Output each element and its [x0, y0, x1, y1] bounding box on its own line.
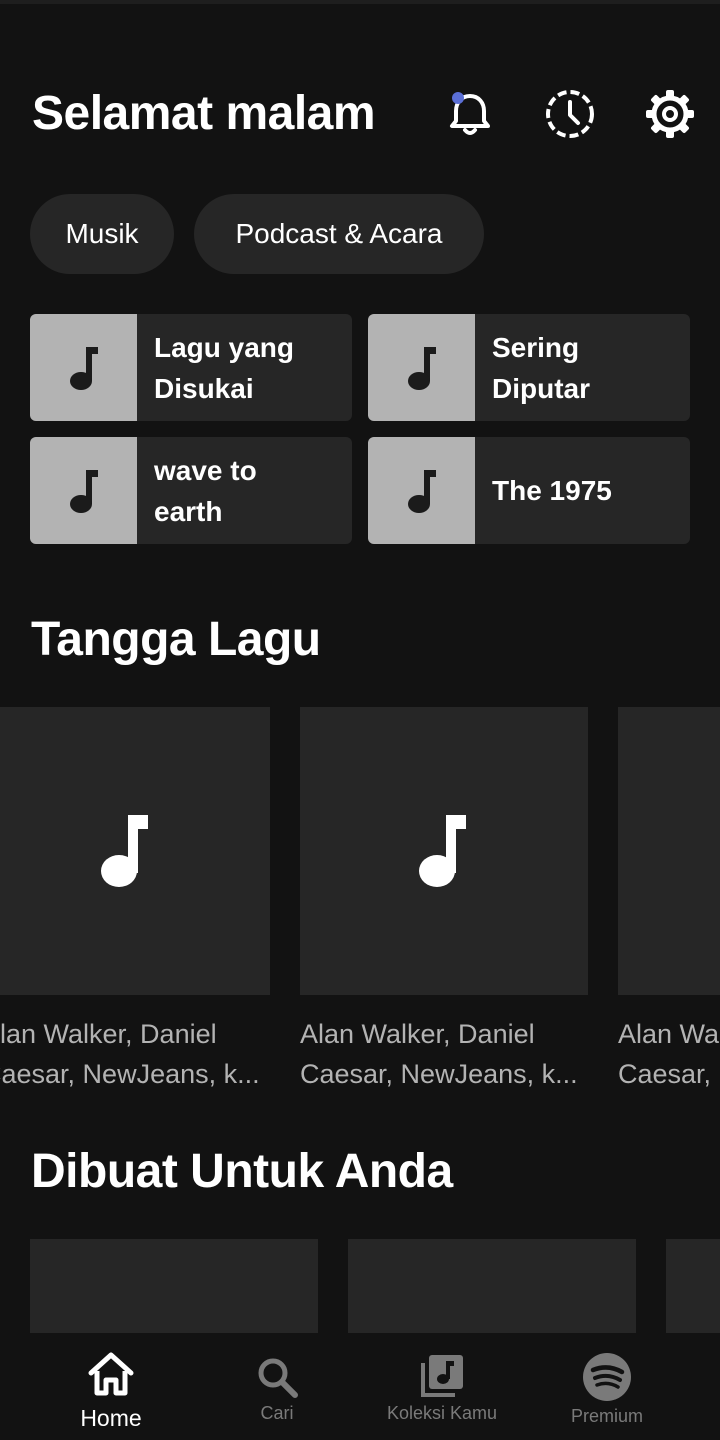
chart-card-caption: Alan Walker, Daniel Caesar, NewJeans, k.…	[0, 1019, 260, 1089]
chart-playlist-card[interactable]	[300, 707, 588, 995]
nav-label: Koleksi Kamu	[386, 1403, 498, 1423]
bell-icon	[450, 92, 490, 135]
chip-podcasts[interactable]: Podcast & Acara	[194, 194, 484, 274]
quick-pick-thumbnail	[30, 437, 137, 544]
gear-icon	[646, 90, 694, 138]
made-for-you-card[interactable]	[30, 1239, 318, 1339]
chart-playlist-card[interactable]	[618, 707, 720, 995]
music-note-icon	[407, 469, 436, 513]
quick-pick-liked-songs[interactable]: Lagu yang Disukai	[30, 314, 352, 421]
music-note-icon	[69, 346, 98, 390]
quick-pick-wave-to-earth[interactable]: wave to earth	[30, 437, 352, 544]
quick-pick-thumbnail	[30, 314, 137, 421]
quick-pick-title: The 1975	[492, 475, 612, 506]
notifications-button[interactable]	[444, 88, 496, 140]
section-title-made-for-you: Dibuat Untuk Anda	[31, 1145, 453, 1198]
music-note-icon	[407, 346, 436, 390]
spotify-icon	[583, 1353, 631, 1401]
recently-played-button[interactable]	[544, 88, 596, 140]
chip-label: Musik	[65, 218, 139, 249]
nav-search[interactable]: Cari	[227, 1333, 327, 1440]
quick-pick-title: Sering Diputar	[492, 331, 590, 404]
status-bar-divider	[0, 0, 720, 4]
chart-card-caption: Alan Walker, Daniel Caesar, NewJeans, k.…	[300, 1019, 578, 1089]
bottom-navigation: Home Cari Koleksi Kamu Premium	[0, 1333, 720, 1440]
nav-label: Cari	[260, 1403, 294, 1423]
history-clock-icon	[546, 90, 594, 138]
settings-button[interactable]	[644, 88, 696, 140]
chart-card-caption: Alan Walker, Daniel Caesar, NewJeans, k.…	[618, 1019, 720, 1089]
library-icon	[421, 1355, 463, 1397]
made-for-you-card[interactable]	[348, 1239, 636, 1339]
nav-home[interactable]: Home	[56, 1333, 166, 1440]
quick-pick-thumbnail	[368, 437, 475, 544]
chip-music[interactable]: Musik	[30, 194, 174, 274]
music-note-icon	[101, 815, 148, 887]
nav-label: Premium	[570, 1406, 643, 1426]
quick-pick-often-played[interactable]: Sering Diputar	[368, 314, 690, 421]
search-icon	[258, 1358, 298, 1398]
chart-playlist-card[interactable]	[0, 707, 270, 995]
page-title: Selamat malam	[32, 87, 376, 140]
music-note-icon	[69, 469, 98, 513]
nav-library[interactable]: Koleksi Kamu	[372, 1333, 512, 1440]
quick-pick-title: Lagu yang Disukai	[154, 331, 295, 404]
chip-label: Podcast & Acara	[235, 218, 443, 249]
made-for-you-card[interactable]	[666, 1239, 720, 1339]
nav-label: Home	[80, 1405, 142, 1431]
quick-pick-thumbnail	[368, 314, 475, 421]
quick-pick-title: wave to earth	[154, 454, 257, 527]
nav-premium[interactable]: Premium	[552, 1333, 662, 1440]
home-icon	[88, 1352, 134, 1396]
music-note-icon	[419, 815, 466, 887]
quick-pick-the-1975[interactable]: The 1975	[368, 437, 690, 544]
section-title-charts: Tangga Lagu	[31, 613, 321, 666]
